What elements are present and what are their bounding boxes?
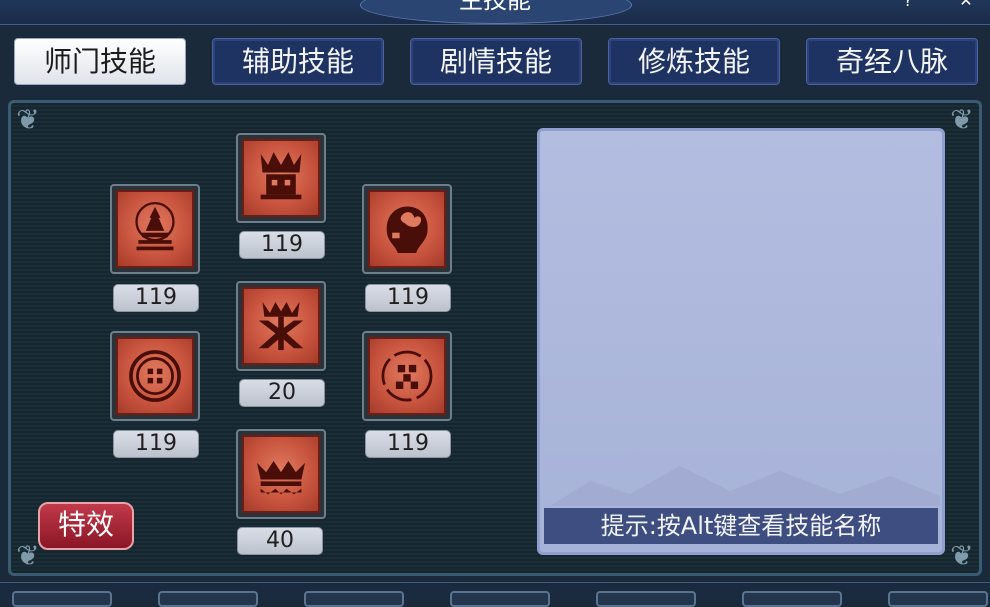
warrior-head-icon — [260, 152, 302, 200]
bottom-button[interactable] — [742, 591, 842, 607]
window-title: 主技能 — [459, 0, 531, 14]
skill-slot[interactable] — [236, 429, 326, 519]
bottom-button[interactable] — [158, 591, 258, 607]
corner-ornament-icon: ❦ — [950, 539, 974, 572]
skill-level: 20 — [239, 379, 325, 407]
bottom-button[interactable] — [596, 591, 696, 607]
mountain-decoration-icon — [550, 466, 940, 506]
bottom-button[interactable] — [304, 591, 404, 607]
skill-slot[interactable] — [362, 184, 452, 274]
corner-ornament-icon: ❦ — [950, 103, 974, 136]
tab-meridian-skills[interactable]: 奇经八脉 — [806, 38, 978, 85]
hint-text: 提示:按Alt键查看技能名称 — [544, 508, 938, 544]
skill-slot[interactable] — [362, 331, 452, 421]
bottom-toolbar — [0, 582, 990, 607]
skill-level: 119 — [113, 284, 199, 312]
skill-slot[interactable] — [236, 281, 326, 371]
crown-icon — [256, 461, 306, 495]
close-icon[interactable]: ✕ — [956, 0, 976, 9]
bottom-button[interactable] — [888, 591, 988, 607]
tab-cultivation-skills[interactable]: 修炼技能 — [608, 38, 780, 85]
tab-story-skills[interactable]: 剧情技能 — [410, 38, 582, 85]
skill-level: 40 — [237, 527, 323, 555]
skill-slot[interactable] — [110, 184, 200, 274]
skill-level: 119 — [365, 284, 451, 312]
help-icon[interactable]: ? — [898, 0, 918, 9]
corner-ornament-icon: ❦ — [16, 103, 40, 136]
tab-auxiliary-skills[interactable]: 辅助技能 — [212, 38, 384, 85]
pagoda-icon — [135, 201, 175, 251]
skill-level: 119 — [113, 430, 199, 458]
skill-slot[interactable] — [236, 133, 326, 223]
skill-level: 119 — [239, 231, 325, 259]
skull-bird-icon — [386, 206, 428, 254]
round-seal-icon — [129, 350, 181, 402]
skill-slot[interactable] — [110, 331, 200, 421]
skill-level: 119 — [365, 430, 451, 458]
window-titlebar: 主技能 ? ✕ — [0, 0, 990, 25]
dice-circle-icon — [381, 350, 433, 402]
totem-icon — [258, 301, 304, 351]
skill-info-panel: 提示:按Alt键查看技能名称 — [537, 128, 945, 555]
tab-school-skills[interactable]: 师门技能 — [14, 38, 186, 85]
bottom-button[interactable] — [450, 591, 550, 607]
effect-button[interactable]: 特效 — [38, 502, 134, 550]
bottom-button[interactable] — [12, 591, 112, 607]
